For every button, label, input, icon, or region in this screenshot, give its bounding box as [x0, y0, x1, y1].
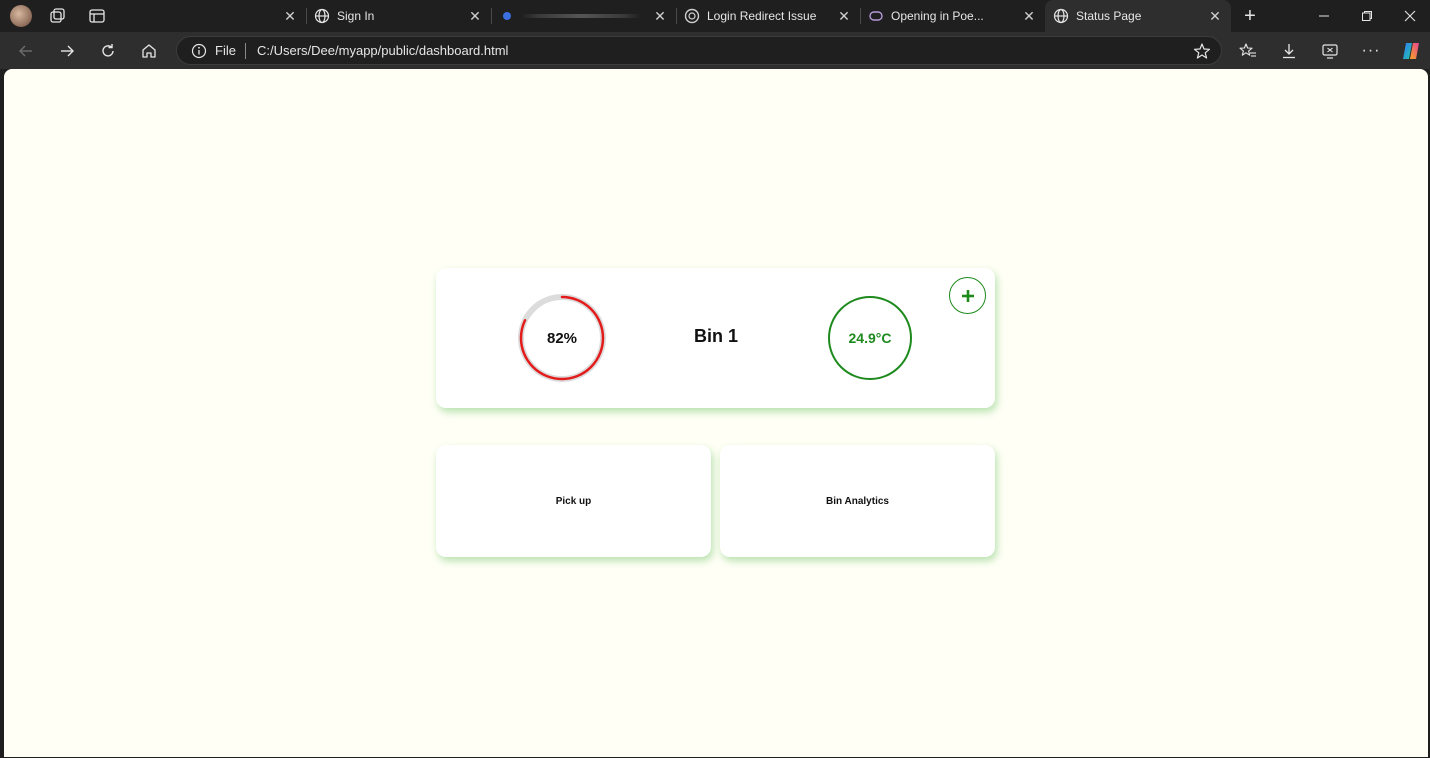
tab-strip: ✕ Sign In ✕ ✕ Login Redirect Issue ✕ Ope…	[0, 0, 1430, 32]
blurred-favicon-icon	[126, 8, 142, 24]
blurred-tab-title	[521, 14, 641, 18]
bin-status-card: 82% Bin 1 24.9°C	[436, 268, 995, 408]
add-bin-button[interactable]	[949, 277, 986, 314]
chatgpt-icon	[684, 8, 700, 24]
tab-sign-in[interactable]: Sign In ✕	[306, 0, 492, 32]
close-tab-icon[interactable]: ✕	[1207, 7, 1223, 25]
pickup-label: Pick up	[555, 495, 592, 507]
favorites-button[interactable]	[1233, 36, 1263, 66]
tab-poe[interactable]: Opening in Poe... ✕	[860, 0, 1045, 32]
close-tab-icon[interactable]: ✕	[652, 7, 668, 25]
copilot-icon[interactable]	[1396, 36, 1426, 66]
address-divider	[245, 43, 246, 59]
back-button[interactable]	[11, 36, 41, 66]
tab-3[interactable]: ✕	[491, 0, 677, 32]
screenshot-button[interactable]	[1315, 36, 1345, 66]
plus-icon	[961, 289, 974, 302]
globe-icon	[314, 8, 330, 24]
refresh-button[interactable]	[93, 36, 123, 66]
vertical-tabs-icon[interactable]	[88, 7, 106, 25]
scheme-label: File	[215, 43, 236, 58]
tab-title: Status Page	[1076, 9, 1142, 23]
tab-status-page[interactable]: Status Page ✕	[1045, 0, 1231, 32]
close-tab-icon[interactable]: ✕	[282, 7, 298, 25]
tab-title: Opening in Poe...	[891, 9, 984, 23]
fill-level-value: 82%	[546, 329, 578, 347]
close-tab-icon[interactable]: ✕	[836, 7, 852, 25]
close-tab-icon[interactable]: ✕	[467, 7, 483, 25]
downloads-button[interactable]	[1274, 36, 1304, 66]
browser-toolbar: File C:/Users/Dee/myapp/public/dashboard…	[0, 32, 1430, 69]
bin-name: Bin 1	[693, 326, 738, 346]
restore-button[interactable]	[1345, 0, 1389, 32]
pickup-card[interactable]: Pick up	[436, 445, 711, 557]
minimize-button[interactable]	[1302, 0, 1346, 32]
workspaces-icon[interactable]	[48, 7, 66, 25]
blurred-favicon-icon	[499, 8, 515, 24]
forward-button[interactable]	[52, 36, 82, 66]
tab-title: Sign In	[337, 9, 375, 23]
favorite-star-icon[interactable]	[1193, 42, 1211, 60]
home-button[interactable]	[134, 36, 164, 66]
temperature-value: 24.9°C	[848, 330, 892, 346]
url-text[interactable]: C:/Users/Dee/myapp/public/dashboard.html	[257, 43, 508, 58]
bin-analytics-card[interactable]: Bin Analytics	[720, 445, 995, 557]
address-bar[interactable]: File C:/Users/Dee/myapp/public/dashboard…	[176, 36, 1222, 65]
poe-icon	[868, 8, 884, 24]
globe-icon	[1053, 8, 1069, 24]
new-tab-button[interactable]: +	[1239, 5, 1261, 27]
more-menu-button[interactable]: ···	[1356, 36, 1386, 66]
bin-analytics-label: Bin Analytics	[826, 495, 889, 507]
page-viewport: 82% Bin 1 24.9°C Pick up Bin Analytics	[4, 69, 1428, 757]
tab-title: Login Redirect Issue	[707, 9, 817, 23]
info-icon[interactable]	[191, 43, 207, 59]
close-window-button[interactable]	[1388, 0, 1430, 32]
close-tab-icon[interactable]: ✕	[1021, 7, 1037, 25]
profile-avatar[interactable]	[10, 5, 32, 27]
tab-login-redirect[interactable]: Login Redirect Issue ✕	[676, 0, 861, 32]
tab-1[interactable]: ✕	[118, 0, 307, 32]
temperature-indicator: 24.9°C	[828, 296, 912, 380]
